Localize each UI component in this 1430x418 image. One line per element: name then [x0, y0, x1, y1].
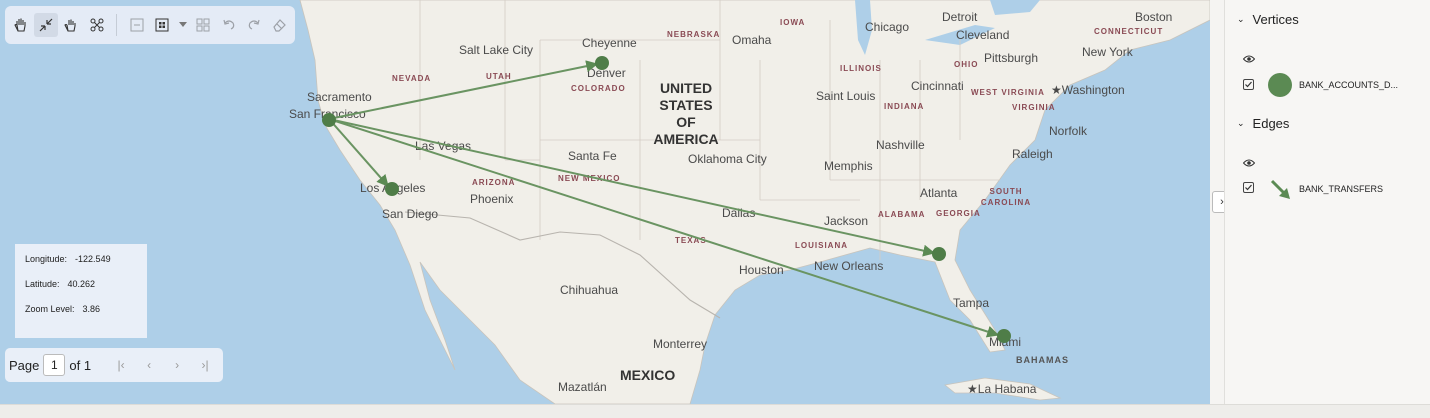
latitude-row: Latitude: 40.262	[25, 279, 147, 304]
vertex-tallahassee[interactable]	[932, 247, 946, 261]
map-canvas[interactable]: Salt Lake City Cheyenne Denver Omaha Chi…	[0, 0, 1210, 404]
edges-section-header[interactable]: ⌄ Edges	[1237, 116, 1289, 131]
collapse-icon[interactable]	[34, 13, 58, 37]
latitude-value: 40.262	[67, 279, 96, 289]
chevron-down-icon: ⌄	[1237, 118, 1245, 128]
eye-icon[interactable]	[1242, 51, 1256, 69]
longitude-row: Longitude: -122.549	[25, 254, 147, 279]
select-hand-icon[interactable]	[60, 13, 83, 37]
first-page-icon[interactable]: |‹	[109, 358, 133, 372]
vertices-section-header[interactable]: ⌄ Vertices	[1237, 12, 1299, 27]
graph-overlay	[322, 56, 1011, 343]
pagination-bar: Page 1 of 1 |‹ ‹ › ›|	[5, 348, 223, 382]
zoom-row: Zoom Level: 3.86	[25, 304, 147, 329]
edges-checkbox[interactable]	[1243, 182, 1254, 193]
dropdown-arrow-icon[interactable]	[176, 13, 190, 37]
vertex-legend-label: BANK_ACCOUNTS_D...	[1299, 80, 1399, 90]
next-page-icon[interactable]: ›	[165, 358, 189, 372]
chevron-down-icon: ⌄	[1237, 14, 1245, 24]
zoom-label: Zoom Level:	[25, 304, 75, 314]
graph-map-app: Salt Lake City Cheyenne Denver Omaha Chi…	[0, 0, 1430, 418]
vertex-denver[interactable]	[595, 56, 609, 70]
redo-icon[interactable]	[242, 13, 265, 37]
vertex-los-angeles[interactable]	[385, 182, 399, 196]
edge-sf-miami[interactable]	[328, 118, 1000, 338]
latitude-label: Latitude:	[25, 279, 60, 289]
page-label: Page	[9, 357, 40, 373]
longitude-value: -122.549	[75, 254, 111, 264]
edge-sf-tallahassee[interactable]	[328, 118, 936, 257]
edges-title: Edges	[1252, 116, 1290, 131]
edge-sf-denver[interactable]	[328, 60, 599, 120]
coordinates-panel: Longitude: -122.549 Latitude: 40.262 Zoo…	[15, 244, 147, 338]
legend-panel: ⌄ Vertices BANK_ACCOUNTS_D... ⌄ Edges BA…	[1224, 0, 1430, 404]
edge-legend-arrow-icon	[1270, 179, 1290, 199]
map-toolbar	[5, 6, 295, 44]
prev-page-icon[interactable]: ‹	[137, 358, 161, 372]
vertex-miami[interactable]	[997, 329, 1011, 343]
network-icon[interactable]	[85, 13, 108, 37]
edge-legend-label: BANK_TRANSFERS	[1299, 184, 1384, 194]
vertices-title: Vertices	[1252, 12, 1299, 27]
bottom-bar	[0, 404, 1430, 418]
minus-box-icon[interactable]	[125, 13, 148, 37]
vertex-san-francisco[interactable]	[322, 113, 336, 127]
vertices-checkbox[interactable]	[1243, 79, 1254, 90]
page-input[interactable]: 1	[43, 354, 66, 376]
zoom-value: 3.86	[82, 304, 101, 314]
pan-hand-icon[interactable]	[9, 13, 32, 37]
eraser-icon[interactable]	[268, 13, 291, 37]
layout-icon[interactable]	[192, 13, 215, 37]
page-total-label: of 1	[69, 357, 92, 373]
undo-icon[interactable]	[217, 13, 240, 37]
eye-icon[interactable]	[1242, 155, 1256, 173]
vertex-legend-swatch	[1268, 73, 1292, 97]
grid-box-icon[interactable]	[151, 13, 174, 37]
longitude-label: Longitude:	[25, 254, 68, 264]
toolbar-separator	[116, 14, 118, 36]
last-page-icon[interactable]: ›|	[193, 358, 217, 372]
